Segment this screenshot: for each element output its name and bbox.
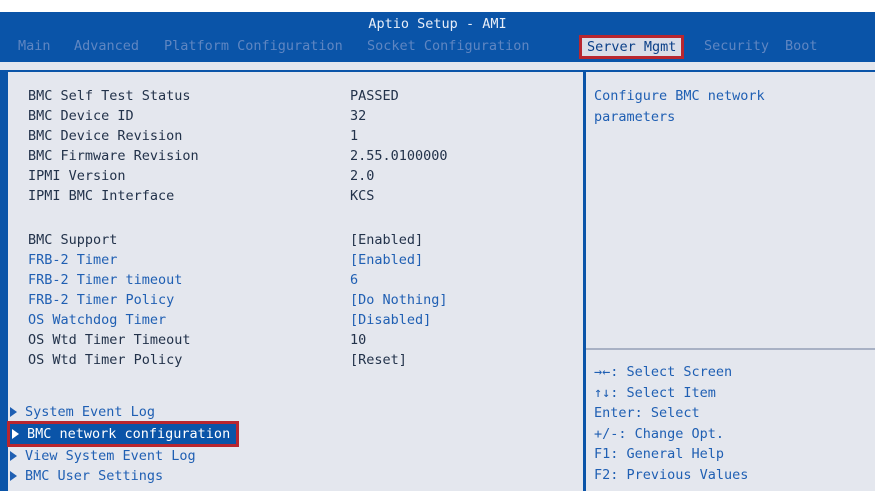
header: Aptio Setup - AMI Main Advanced Platform… <box>0 12 875 62</box>
setting-label: BMC Support <box>28 232 118 248</box>
key-help-item: Enter: Select <box>594 405 700 421</box>
info-label: BMC Device Revision <box>28 128 183 144</box>
setting-label: OS Watchdog Timer <box>28 312 167 328</box>
setting-value[interactable]: [Enabled] <box>350 250 423 270</box>
submenu-arrow-icon <box>10 451 17 461</box>
info-label: IPMI Version <box>28 168 126 184</box>
app-title: Aptio Setup - AMI <box>368 16 507 32</box>
info-value: PASSED <box>350 88 399 104</box>
submenu-label: BMC network configuration <box>27 426 231 442</box>
submenu-system-event-log[interactable]: System Event Log <box>10 402 155 422</box>
tab-platform-configuration[interactable]: Platform Configuration <box>164 38 343 54</box>
tab-boot[interactable]: Boot <box>785 38 818 54</box>
info-value: KCS <box>350 188 375 204</box>
help-panel: Configure BMC network parameters →←: Sel… <box>586 72 875 491</box>
info-value: 32 <box>350 108 367 124</box>
setting-label: FRB-2 Timer timeout <box>28 272 183 288</box>
setting-value[interactable]: [Do Nothing] <box>350 290 448 310</box>
key-help-item: →←: Select Screen <box>594 364 733 380</box>
key-help-item: +/-: Change Opt. <box>594 425 725 442</box>
info-value: 2.55.0100000 <box>350 148 448 164</box>
setting-value: [Reset] <box>350 352 407 368</box>
info-value: 2.0 <box>350 168 375 184</box>
help-description: Configure BMC network parameters <box>594 88 765 125</box>
setting-value: 10 <box>350 332 367 348</box>
help-description-area: Configure BMC network parameters <box>586 72 875 350</box>
setting-value[interactable]: 6 <box>350 270 358 290</box>
setting-value[interactable]: [Disabled] <box>350 310 431 330</box>
submenu-label: System Event Log <box>25 404 156 420</box>
setting-label: FRB-2 Timer <box>28 252 118 268</box>
submenu-label: BMC User Settings <box>25 468 164 484</box>
tab-server-mgmt[interactable]: Server Mgmt <box>578 35 685 59</box>
info-label: BMC Firmware Revision <box>28 148 199 164</box>
submenu-arrow-icon <box>12 429 19 439</box>
info-label: BMC Device ID <box>28 108 134 124</box>
key-help-item: F1: General Help <box>594 446 725 462</box>
setting-label: FRB-2 Timer Policy <box>28 292 175 308</box>
info-label: IPMI BMC Interface <box>28 188 175 204</box>
tab-socket-configuration[interactable]: Socket Configuration <box>367 38 530 54</box>
submenu-bmc-user-settings[interactable]: BMC User Settings <box>10 466 163 486</box>
submenu-view-system-event-log[interactable]: View System Event Log <box>10 446 196 466</box>
setting-label: OS Wtd Timer Policy <box>28 352 183 368</box>
header-divider <box>0 62 875 70</box>
settings-panel: BMC Self Test Status PASSED BMC Device I… <box>6 72 583 491</box>
submenu-bmc-network-configuration[interactable]: BMC network configuration <box>6 421 240 447</box>
setting-label: OS Wtd Timer Timeout <box>28 332 191 348</box>
tab-advanced[interactable]: Advanced <box>74 38 139 54</box>
key-help-item: ↑↓: Select Item <box>594 384 716 401</box>
info-value: 1 <box>350 128 359 144</box>
tab-main[interactable]: Main <box>18 38 51 54</box>
key-help-list: →←: Select Screen ↑↓: Select Item Enter:… <box>594 362 748 485</box>
submenu-label: View System Event Log <box>25 448 196 464</box>
tab-security[interactable]: Security <box>704 38 769 54</box>
info-label: BMC Self Test Status <box>28 88 191 104</box>
setting-value: [Enabled] <box>350 232 424 248</box>
submenu-arrow-icon <box>10 471 17 481</box>
key-help-item: F2: Previous Values <box>594 466 749 483</box>
top-strip <box>0 0 875 12</box>
submenu-arrow-icon <box>10 407 17 417</box>
